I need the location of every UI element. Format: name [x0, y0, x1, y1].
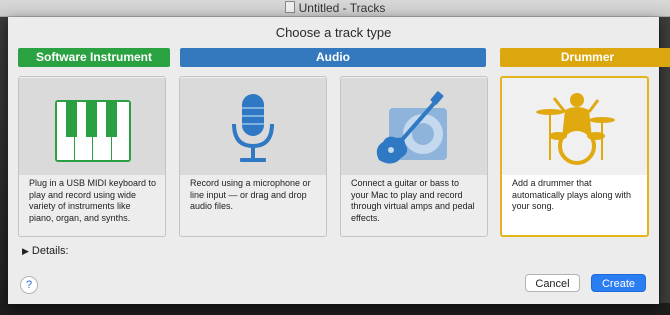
option-description: Plug in a USB MIDI keyboard to play and …	[29, 178, 157, 223]
create-button[interactable]: Create	[591, 274, 646, 292]
category-drummer: Drummer	[500, 48, 670, 67]
option-drummer[interactable]: Add a drummer that automatically plays a…	[500, 76, 649, 237]
option-description: Record using a microphone or line input …	[190, 178, 311, 211]
background-window-bottom	[0, 303, 670, 315]
option-description: Connect a guitar or bass to your Mac to …	[351, 178, 475, 223]
dialog-heading: Choose a track type	[275, 25, 392, 40]
guitar-amp-icon	[376, 91, 447, 164]
category-software-instrument: Software Instrument	[18, 48, 170, 67]
option-description: Add a drummer that automatically plays a…	[512, 178, 632, 211]
window-title: Untitled - Tracks	[298, 1, 386, 15]
option-audio-microphone[interactable]: Record using a microphone or line input …	[179, 76, 327, 237]
disclosure-triangle-icon: ▶	[22, 246, 29, 256]
category-audio: Audio	[180, 48, 486, 67]
window-title-bar: Untitled - Tracks	[0, 0, 670, 17]
details-disclosure[interactable]: ▶ Details:	[22, 245, 69, 257]
track-type-dialog: Choose a track type Software Instrument …	[8, 17, 670, 304]
document-icon	[284, 1, 295, 13]
option-software-instrument[interactable]: Plug in a USB MIDI keyboard to play and …	[18, 76, 166, 237]
help-button[interactable]: ?	[20, 276, 38, 294]
option-audio-guitar[interactable]: Connect a guitar or bass to your Mac to …	[340, 76, 488, 237]
piano-keyboard-icon	[55, 100, 131, 162]
drummer-icon	[536, 93, 615, 165]
cancel-button[interactable]: Cancel	[525, 274, 580, 292]
details-label: Details:	[31, 245, 69, 257]
microphone-icon	[232, 94, 274, 162]
